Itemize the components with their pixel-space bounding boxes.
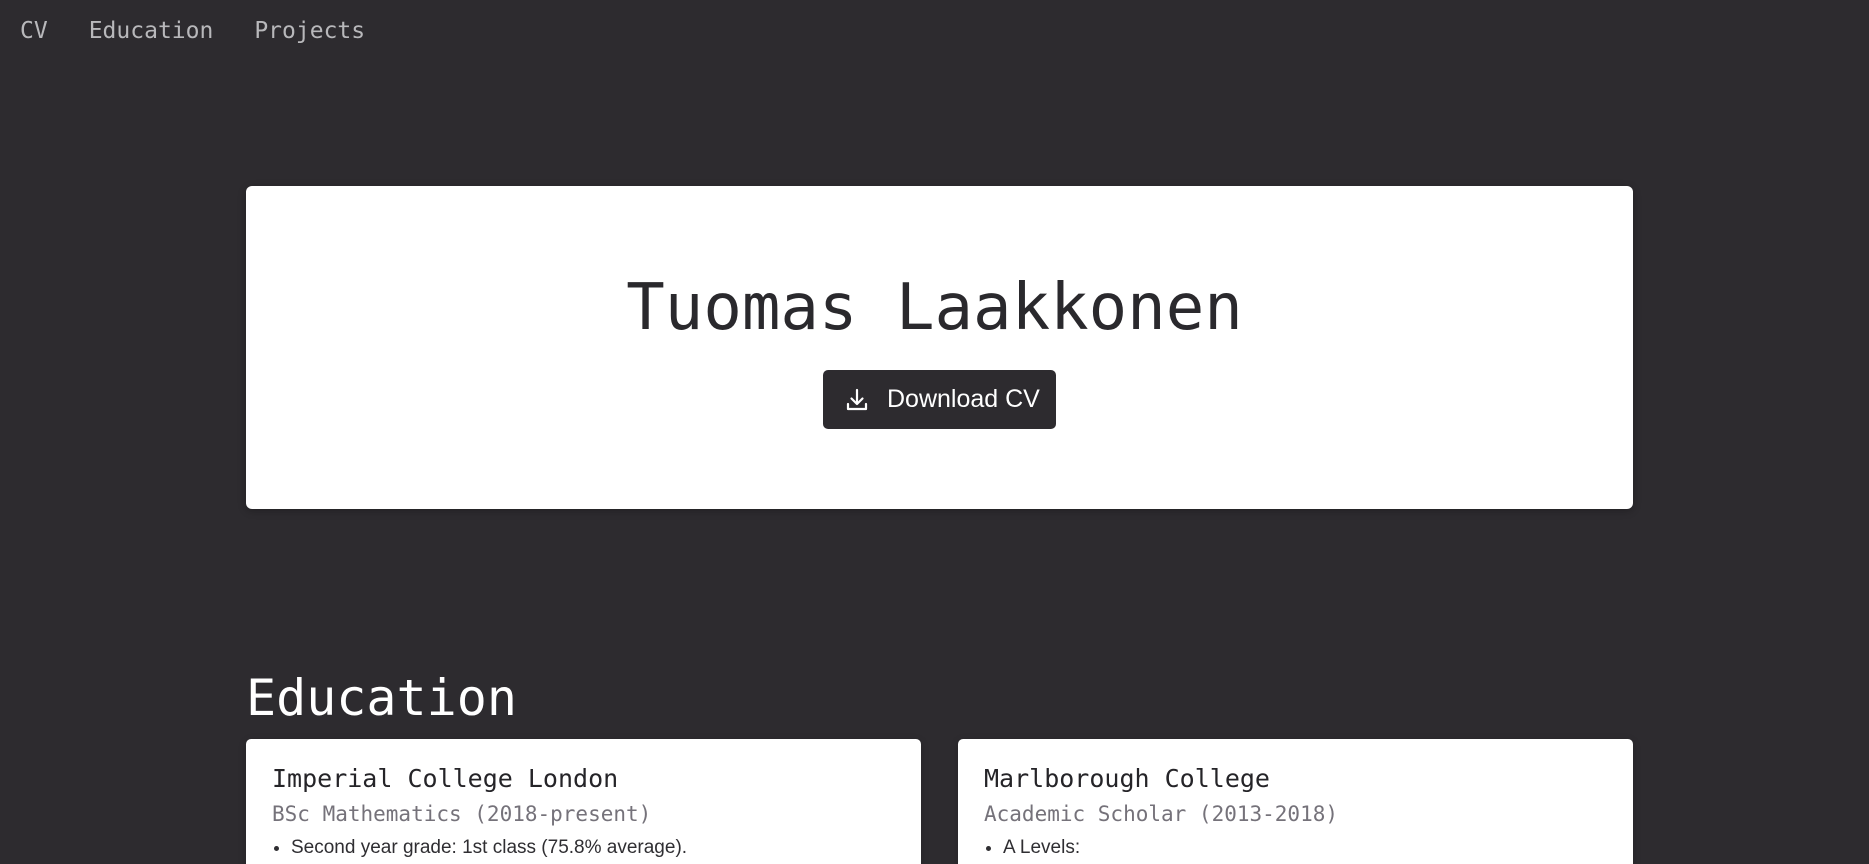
school-name: Imperial College London [272,764,619,793]
education-detail-item: Second year grade: 1st class (75.8% aver… [291,836,687,860]
profile-name: Tuomas Laakkonen [626,271,1243,345]
education-card-imperial: Imperial College London BSc Mathematics … [246,739,921,864]
hero-card [246,186,1633,509]
download-cv-label: Download CV [887,385,1040,413]
top-navigation: CV Education Projects [20,14,365,48]
education-section-title: Education [246,669,517,727]
education-details-list: A Levels: [984,836,1080,860]
download-icon [846,388,868,410]
school-name: Marlborough College [984,764,1270,793]
download-cv-button[interactable]: Download CV [823,370,1056,429]
nav-link-education[interactable]: Education [89,18,214,44]
education-detail-item: A Levels: [1003,836,1080,860]
education-details-list: Second year grade: 1st class (75.8% aver… [272,836,687,860]
nav-link-cv[interactable]: CV [20,18,48,44]
program-dates: Academic Scholar (2013-2018) [984,802,1339,826]
program-dates: BSc Mathematics (2018-present) [272,802,652,826]
nav-link-projects[interactable]: Projects [254,18,365,44]
education-card-marlborough: Marlborough College Academic Scholar (20… [958,739,1633,864]
